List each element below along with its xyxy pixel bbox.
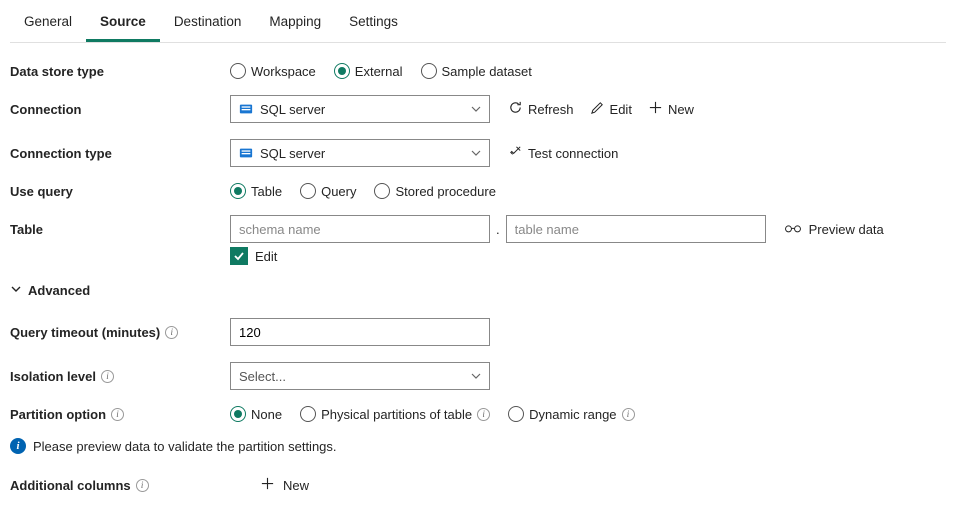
- row-isolation-level: Isolation level i Select...: [10, 362, 946, 390]
- refresh-icon: [508, 100, 523, 118]
- test-connection-label: Test connection: [528, 146, 618, 161]
- tab-mapping[interactable]: Mapping: [255, 6, 335, 42]
- row-query-timeout: Query timeout (minutes) i: [10, 318, 946, 346]
- connection-dropdown[interactable]: SQL server: [230, 95, 490, 123]
- sqlserver-icon: [239, 146, 253, 160]
- partition-note: i Please preview data to validate the pa…: [10, 438, 946, 454]
- radio-group-data-store-type: Workspace External Sample dataset: [230, 63, 532, 79]
- row-table-edit: Edit: [10, 247, 946, 265]
- edit-checkbox-label: Edit: [255, 249, 277, 264]
- row-use-query: Use query Table Query Stored procedure: [10, 183, 946, 199]
- connection-type-dropdown[interactable]: SQL server: [230, 139, 490, 167]
- sqlserver-icon: [239, 102, 253, 116]
- info-icon[interactable]: i: [111, 408, 124, 421]
- radio-query[interactable]: Query: [300, 183, 356, 199]
- preview-data-button[interactable]: Preview data: [784, 222, 884, 237]
- tab-settings[interactable]: Settings: [335, 6, 412, 42]
- radio-table-label: Table: [251, 184, 282, 199]
- tab-source[interactable]: Source: [86, 6, 160, 42]
- radio-group-partition: None Physical partitions of table i Dyna…: [230, 406, 635, 422]
- radio-workspace[interactable]: Workspace: [230, 63, 316, 79]
- radio-partition-none[interactable]: None: [230, 406, 282, 422]
- radio-partition-dynamic[interactable]: Dynamic range i: [508, 406, 634, 422]
- edit-connection-label: Edit: [610, 102, 632, 117]
- refresh-label: Refresh: [528, 102, 574, 117]
- isolation-level-dropdown[interactable]: Select...: [230, 362, 490, 390]
- new-connection-label: New: [668, 102, 694, 117]
- radio-partition-physical[interactable]: Physical partitions of table i: [300, 406, 490, 422]
- edit-checkbox[interactable]: [230, 247, 248, 265]
- label-connection-type: Connection type: [10, 146, 230, 161]
- refresh-button[interactable]: Refresh: [508, 100, 574, 118]
- radio-partition-physical-label: Physical partitions of table: [321, 407, 472, 422]
- row-table: Table . Preview data: [10, 215, 946, 243]
- radio-group-use-query: Table Query Stored procedure: [230, 183, 496, 199]
- add-column-button[interactable]: New: [260, 476, 309, 494]
- radio-stored-procedure[interactable]: Stored procedure: [374, 183, 495, 199]
- schema-input[interactable]: [230, 215, 490, 243]
- label-use-query: Use query: [10, 184, 230, 199]
- row-connection-type: Connection type SQL server Test connecti…: [10, 139, 946, 167]
- radio-table[interactable]: Table: [230, 183, 282, 199]
- radio-workspace-label: Workspace: [251, 64, 316, 79]
- partition-note-text: Please preview data to validate the part…: [33, 439, 337, 454]
- info-icon[interactable]: i: [101, 370, 114, 383]
- chevron-down-icon: [471, 146, 481, 161]
- isolation-placeholder: Select...: [239, 369, 471, 384]
- chevron-down-icon: [471, 369, 481, 384]
- plus-icon: [260, 476, 275, 494]
- info-solid-icon: i: [10, 438, 26, 454]
- plus-icon: [648, 100, 663, 118]
- radio-sample-dataset[interactable]: Sample dataset: [421, 63, 532, 79]
- schema-table-separator: .: [496, 222, 500, 237]
- tab-destination[interactable]: Destination: [160, 6, 256, 42]
- info-icon[interactable]: i: [136, 479, 149, 492]
- radio-external-label: External: [355, 64, 403, 79]
- radio-external[interactable]: External: [334, 63, 403, 79]
- new-connection-button[interactable]: New: [648, 100, 694, 118]
- row-data-store-type: Data store type Workspace External Sampl…: [10, 63, 946, 79]
- radio-partition-dynamic-label: Dynamic range: [529, 407, 616, 422]
- query-timeout-input[interactable]: [230, 318, 490, 346]
- advanced-toggle[interactable]: Advanced: [10, 283, 946, 298]
- label-connection: Connection: [10, 102, 230, 117]
- add-column-label: New: [283, 478, 309, 493]
- connection-type-value: SQL server: [260, 146, 325, 161]
- chevron-down-icon: [471, 102, 481, 117]
- chevron-down-icon: [10, 283, 22, 298]
- label-query-timeout: Query timeout (minutes) i: [10, 325, 230, 340]
- tab-general[interactable]: General: [10, 6, 86, 42]
- row-partition-option: Partition option i None Physical partiti…: [10, 406, 946, 422]
- radio-query-label: Query: [321, 184, 356, 199]
- tab-bar: General Source Destination Mapping Setti…: [10, 0, 946, 43]
- label-data-store-type: Data store type: [10, 64, 230, 79]
- preview-data-label: Preview data: [809, 222, 884, 237]
- test-connection-button[interactable]: Test connection: [508, 144, 618, 162]
- radio-partition-none-label: None: [251, 407, 282, 422]
- connection-value: SQL server: [260, 102, 325, 117]
- test-connection-icon: [508, 144, 523, 162]
- label-additional-columns: Additional columns i: [10, 478, 260, 493]
- radio-sample-label: Sample dataset: [442, 64, 532, 79]
- row-additional-columns: Additional columns i New: [10, 476, 946, 494]
- info-icon[interactable]: i: [165, 326, 178, 339]
- radio-sp-label: Stored procedure: [395, 184, 495, 199]
- info-icon[interactable]: i: [477, 408, 490, 421]
- label-partition-option: Partition option i: [10, 407, 230, 422]
- advanced-label: Advanced: [28, 283, 90, 298]
- pencil-icon: [590, 100, 605, 118]
- table-input[interactable]: [506, 215, 766, 243]
- label-table: Table: [10, 222, 230, 237]
- edit-connection-button[interactable]: Edit: [590, 100, 632, 118]
- row-connection: Connection SQL server Refresh: [10, 95, 946, 123]
- info-icon[interactable]: i: [622, 408, 635, 421]
- label-isolation-level: Isolation level i: [10, 369, 230, 384]
- glasses-icon: [784, 222, 802, 237]
